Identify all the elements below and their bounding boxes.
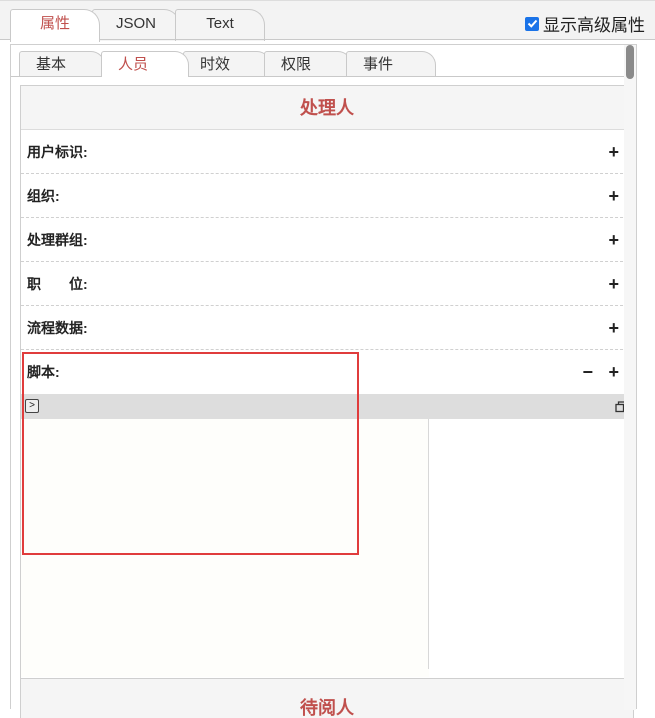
- next-section-label: 待阅人: [300, 698, 354, 718]
- scrollbar-thumb[interactable]: [626, 45, 634, 79]
- tab-timing[interactable]: 时效: [183, 51, 271, 77]
- outer-tab-bar: JSON Text 属性 显示高级属性: [0, 0, 655, 42]
- show-advanced-label: 显示高级属性: [543, 16, 645, 35]
- remove-icon[interactable]: −: [582, 350, 593, 394]
- add-icon[interactable]: +: [608, 262, 619, 306]
- row-label: 脚本:: [27, 364, 60, 380]
- tab-event-label: 事件: [363, 56, 394, 73]
- add-icon[interactable]: +: [608, 350, 619, 394]
- add-icon[interactable]: +: [608, 130, 619, 174]
- tab-text-label: Text: [206, 15, 234, 32]
- tab-permission[interactable]: 权限: [264, 51, 352, 77]
- row-label: 处理群组:: [27, 232, 88, 248]
- row-script: 脚本: − +: [21, 350, 633, 394]
- add-icon[interactable]: +: [608, 306, 619, 350]
- next-section-title: 待阅人: [20, 678, 634, 718]
- inner-tab-bar: 基本 时效 权限 事件 人员: [11, 45, 636, 77]
- tab-basic-label: 基本: [36, 56, 67, 73]
- row-label: 职 位:: [27, 276, 88, 292]
- script-editor[interactable]: [21, 419, 633, 677]
- row-label: 用户标识:: [27, 144, 88, 160]
- handler-section: 处理人 用户标识: + 组织: + 处理群组: + 职 位: + 流程数据: +…: [20, 85, 634, 710]
- row-handler-group: 处理群组: +: [21, 218, 633, 262]
- row-organization: 组织: +: [21, 174, 633, 218]
- tab-text[interactable]: Text: [175, 9, 265, 41]
- add-icon[interactable]: +: [608, 218, 619, 262]
- tab-properties-label: 属性: [39, 15, 70, 32]
- tab-basic[interactable]: 基本: [19, 51, 105, 77]
- tab-properties[interactable]: 属性: [10, 9, 100, 42]
- row-process-data: 流程数据: +: [21, 306, 633, 350]
- show-advanced-checkbox[interactable]: 显示高级属性: [525, 11, 645, 36]
- tab-timing-label: 时效: [200, 56, 231, 73]
- tab-personnel[interactable]: 人员: [101, 51, 189, 77]
- tab-json[interactable]: JSON: [92, 9, 180, 41]
- tab-personnel-label: 人员: [118, 56, 149, 73]
- add-icon[interactable]: +: [608, 174, 619, 218]
- tab-permission-label: 权限: [281, 56, 312, 73]
- section-title: 处理人: [21, 86, 633, 130]
- row-label: 组织:: [27, 188, 60, 204]
- properties-panel: 基本 时效 权限 事件 人员 处理人 用户标识: + 组织: + 处理群组: +…: [10, 44, 637, 718]
- scrollbar[interactable]: [624, 45, 636, 710]
- script-editor-toolbar: >: [21, 394, 633, 419]
- row-user-id: 用户标识: +: [21, 130, 633, 174]
- tab-json-label: JSON: [115, 15, 156, 32]
- tab-event[interactable]: 事件: [346, 51, 436, 77]
- editor-preview-pane: [429, 419, 633, 677]
- row-position: 职 位: +: [21, 262, 633, 306]
- checkbox-checked-icon[interactable]: [525, 16, 539, 31]
- row-label: 流程数据:: [27, 320, 88, 336]
- terminal-icon[interactable]: >: [25, 399, 39, 413]
